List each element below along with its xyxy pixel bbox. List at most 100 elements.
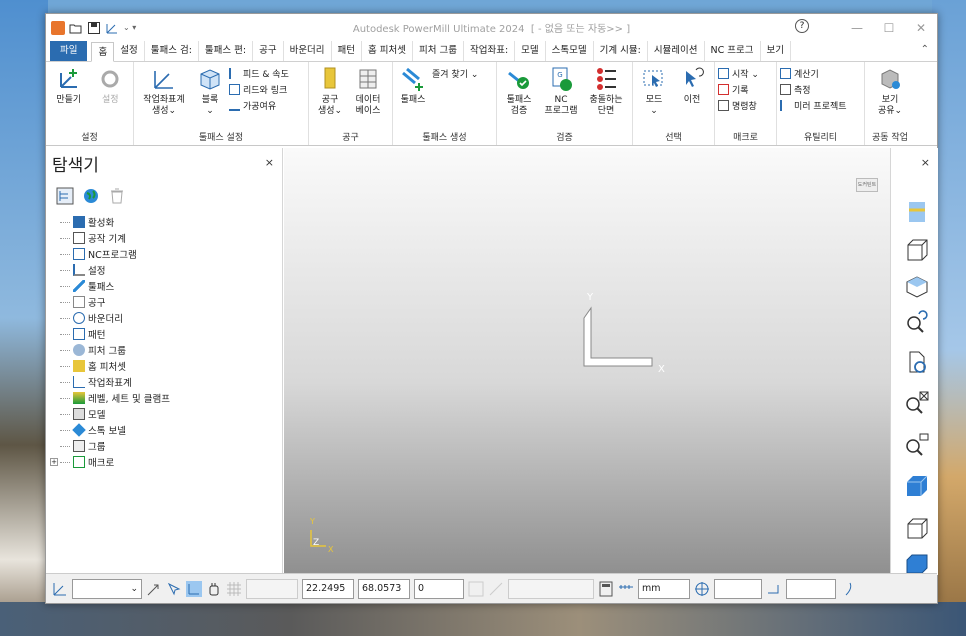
tool-axis-field[interactable] bbox=[786, 578, 836, 599]
tab-toolpath-verify[interactable]: 툴패스 검: bbox=[145, 41, 199, 61]
tree-item-patterns[interactable]: 패턴 bbox=[58, 326, 278, 342]
distance-icon[interactable] bbox=[468, 581, 484, 597]
macro-record-button[interactable]: 기록 bbox=[718, 83, 759, 96]
minimize-button[interactable]: — bbox=[841, 21, 873, 35]
tab-tool[interactable]: 공구 bbox=[253, 41, 284, 61]
block-button[interactable]: 블록 ⌄ bbox=[193, 65, 227, 117]
feeds-speeds-button[interactable]: 피드 & 속도 bbox=[229, 67, 289, 80]
zoom-window-icon[interactable] bbox=[903, 430, 931, 458]
tab-machine-sim[interactable]: 기계 시뮬: bbox=[594, 41, 648, 61]
tree-view-icon[interactable] bbox=[56, 187, 74, 205]
view-iso-icon[interactable] bbox=[903, 198, 931, 226]
grid-field[interactable] bbox=[246, 578, 298, 599]
wireframe-cube-icon[interactable] bbox=[903, 514, 931, 542]
coord-z-field[interactable]: 0 bbox=[414, 578, 464, 599]
view-front-cube-icon[interactable] bbox=[903, 236, 931, 264]
tree-item-tools[interactable]: 공구 bbox=[58, 294, 278, 310]
view-toolbar-close-button[interactable]: × bbox=[921, 156, 930, 169]
open-folder-icon[interactable] bbox=[69, 21, 83, 35]
workplane-active-icon[interactable] bbox=[186, 580, 202, 597]
tab-setup[interactable]: 설정 bbox=[114, 41, 145, 61]
app-logo-icon[interactable] bbox=[51, 20, 65, 35]
toolpath-button[interactable]: 툴패스 bbox=[396, 65, 430, 106]
setup-button[interactable]: 설정 bbox=[91, 65, 131, 106]
create-workplane-button[interactable]: 작업좌표계 생성⌄ bbox=[137, 65, 191, 117]
tool-axis-icon[interactable] bbox=[766, 581, 782, 597]
hand-icon[interactable] bbox=[206, 581, 222, 597]
tab-toolpath-edit[interactable]: 툴패스 편: bbox=[199, 41, 254, 61]
tab-home[interactable]: 홈 bbox=[91, 42, 115, 62]
favorites-dropdown[interactable]: 즐겨 찾기 ⌄ bbox=[432, 67, 478, 80]
view-top-cube-icon[interactable] bbox=[903, 272, 931, 300]
close-button[interactable]: ✕ bbox=[905, 21, 937, 35]
tree-item-toolpaths[interactable]: 툴패스 bbox=[58, 278, 278, 294]
tree-item-machine-tool[interactable]: 공작 기계 bbox=[58, 230, 278, 246]
workplane-select[interactable]: ⌄ bbox=[72, 578, 142, 599]
tree-item-macros[interactable]: + 매크로 bbox=[50, 454, 278, 470]
zoom-box-icon[interactable] bbox=[903, 388, 931, 416]
tree-item-workplanes[interactable]: 작업좌표계 bbox=[58, 374, 278, 390]
angle-icon[interactable] bbox=[488, 581, 504, 597]
tree-item-groups[interactable]: 그룹 bbox=[58, 438, 278, 454]
toolpath-verify-button[interactable]: 툴패스 검증 bbox=[500, 65, 538, 117]
grid-icon[interactable] bbox=[226, 581, 242, 597]
tree-item-activate[interactable]: 활성화 bbox=[58, 214, 278, 230]
collision-section-button[interactable]: 충돌하는 단면 bbox=[584, 65, 628, 117]
tree-item-models[interactable]: 모델 bbox=[58, 406, 278, 422]
database-button[interactable]: 데이터 베이스 bbox=[350, 65, 386, 117]
tree-item-levels-sets-clamps[interactable]: 레벨, 세트 및 클램프 bbox=[58, 390, 278, 406]
refresh-view-icon[interactable] bbox=[903, 348, 931, 376]
calculator-icon[interactable] bbox=[598, 581, 614, 597]
tab-model[interactable]: 모델 bbox=[515, 41, 546, 61]
snap-axis-icon[interactable] bbox=[146, 581, 162, 597]
tab-boundary[interactable]: 바운더리 bbox=[284, 41, 332, 61]
command-window-button[interactable]: 명령창 bbox=[718, 99, 759, 112]
coord-x-field[interactable]: 22.2495 bbox=[302, 578, 354, 599]
tree-item-feature-groups[interactable]: 피처 그룹 bbox=[58, 342, 278, 358]
cursor-snap-icon[interactable] bbox=[166, 581, 182, 597]
macro-start-button[interactable]: 시작 ⌄ bbox=[718, 67, 759, 80]
create-tool-button[interactable]: 공구 생성⌄ bbox=[312, 65, 348, 117]
tab-nc-program[interactable]: NC 프로그 bbox=[705, 41, 761, 61]
maximize-button[interactable]: ☐ bbox=[873, 21, 905, 35]
tree-item-nc-programs[interactable]: NC프로그램 bbox=[58, 246, 278, 262]
angle-field[interactable] bbox=[508, 578, 594, 599]
qat-dropdown-icon[interactable]: ⌄ ▾ bbox=[123, 23, 136, 32]
workplane-icon[interactable] bbox=[52, 581, 68, 597]
explorer-close-button[interactable]: × bbox=[265, 156, 274, 169]
tree-item-hole-featuresets[interactable]: 홈 피처셋 bbox=[58, 358, 278, 374]
save-icon[interactable] bbox=[87, 21, 101, 35]
crosshair-icon[interactable] bbox=[694, 581, 710, 597]
globe-icon[interactable] bbox=[82, 187, 100, 205]
expand-icon[interactable]: + bbox=[50, 458, 58, 466]
tab-simulation[interactable]: 시뮬레이션 bbox=[648, 41, 705, 61]
tolerance-field[interactable] bbox=[714, 578, 762, 599]
tab-feature-group[interactable]: 피처 그룹 bbox=[413, 41, 464, 61]
help-icon[interactable]: ? bbox=[795, 19, 809, 33]
resize-grip-icon[interactable] bbox=[840, 581, 856, 597]
select-mode-button[interactable]: 모드 ⌄ bbox=[636, 65, 672, 117]
shaded-cube-icon[interactable] bbox=[903, 472, 931, 500]
tab-stock-model[interactable]: 스톡모델 bbox=[546, 41, 594, 61]
thickness-button[interactable]: 가공여유 bbox=[229, 99, 289, 112]
previous-selection-button[interactable]: 이전 bbox=[674, 65, 710, 106]
graphics-viewport[interactable]: 도커틴트 Y X Y X Z bbox=[284, 148, 890, 575]
mirror-project-button[interactable]: 미러 프로젝트 bbox=[780, 99, 847, 112]
tab-workplane[interactable]: 작업좌표: bbox=[464, 41, 516, 61]
tab-hole-featureset[interactable]: 홈 피처셋 bbox=[362, 41, 414, 61]
units-field[interactable]: mm bbox=[638, 578, 690, 599]
tab-pattern[interactable]: 패턴 bbox=[332, 41, 363, 61]
tab-view[interactable]: 보기 bbox=[761, 41, 791, 61]
coord-y-field[interactable]: 68.0573 bbox=[358, 578, 410, 599]
calculator-button[interactable]: 계산기 bbox=[780, 67, 847, 80]
nc-program-verify-button[interactable]: G NC 프로그램 bbox=[540, 65, 582, 117]
ruler-units-icon[interactable] bbox=[618, 581, 634, 597]
share-view-button[interactable]: 보기 공유⌄ bbox=[868, 65, 912, 117]
trash-icon[interactable] bbox=[108, 187, 126, 205]
leads-links-button[interactable]: 리드와 링크 bbox=[229, 83, 289, 96]
zoom-refresh-icon[interactable] bbox=[903, 308, 931, 336]
workplane-icon[interactable] bbox=[105, 21, 119, 35]
tab-file[interactable]: 파일 bbox=[50, 41, 88, 61]
tree-item-boundaries[interactable]: 바운더리 bbox=[58, 310, 278, 326]
tree-item-stock-models[interactable]: 스톡 보넬 bbox=[58, 422, 278, 438]
